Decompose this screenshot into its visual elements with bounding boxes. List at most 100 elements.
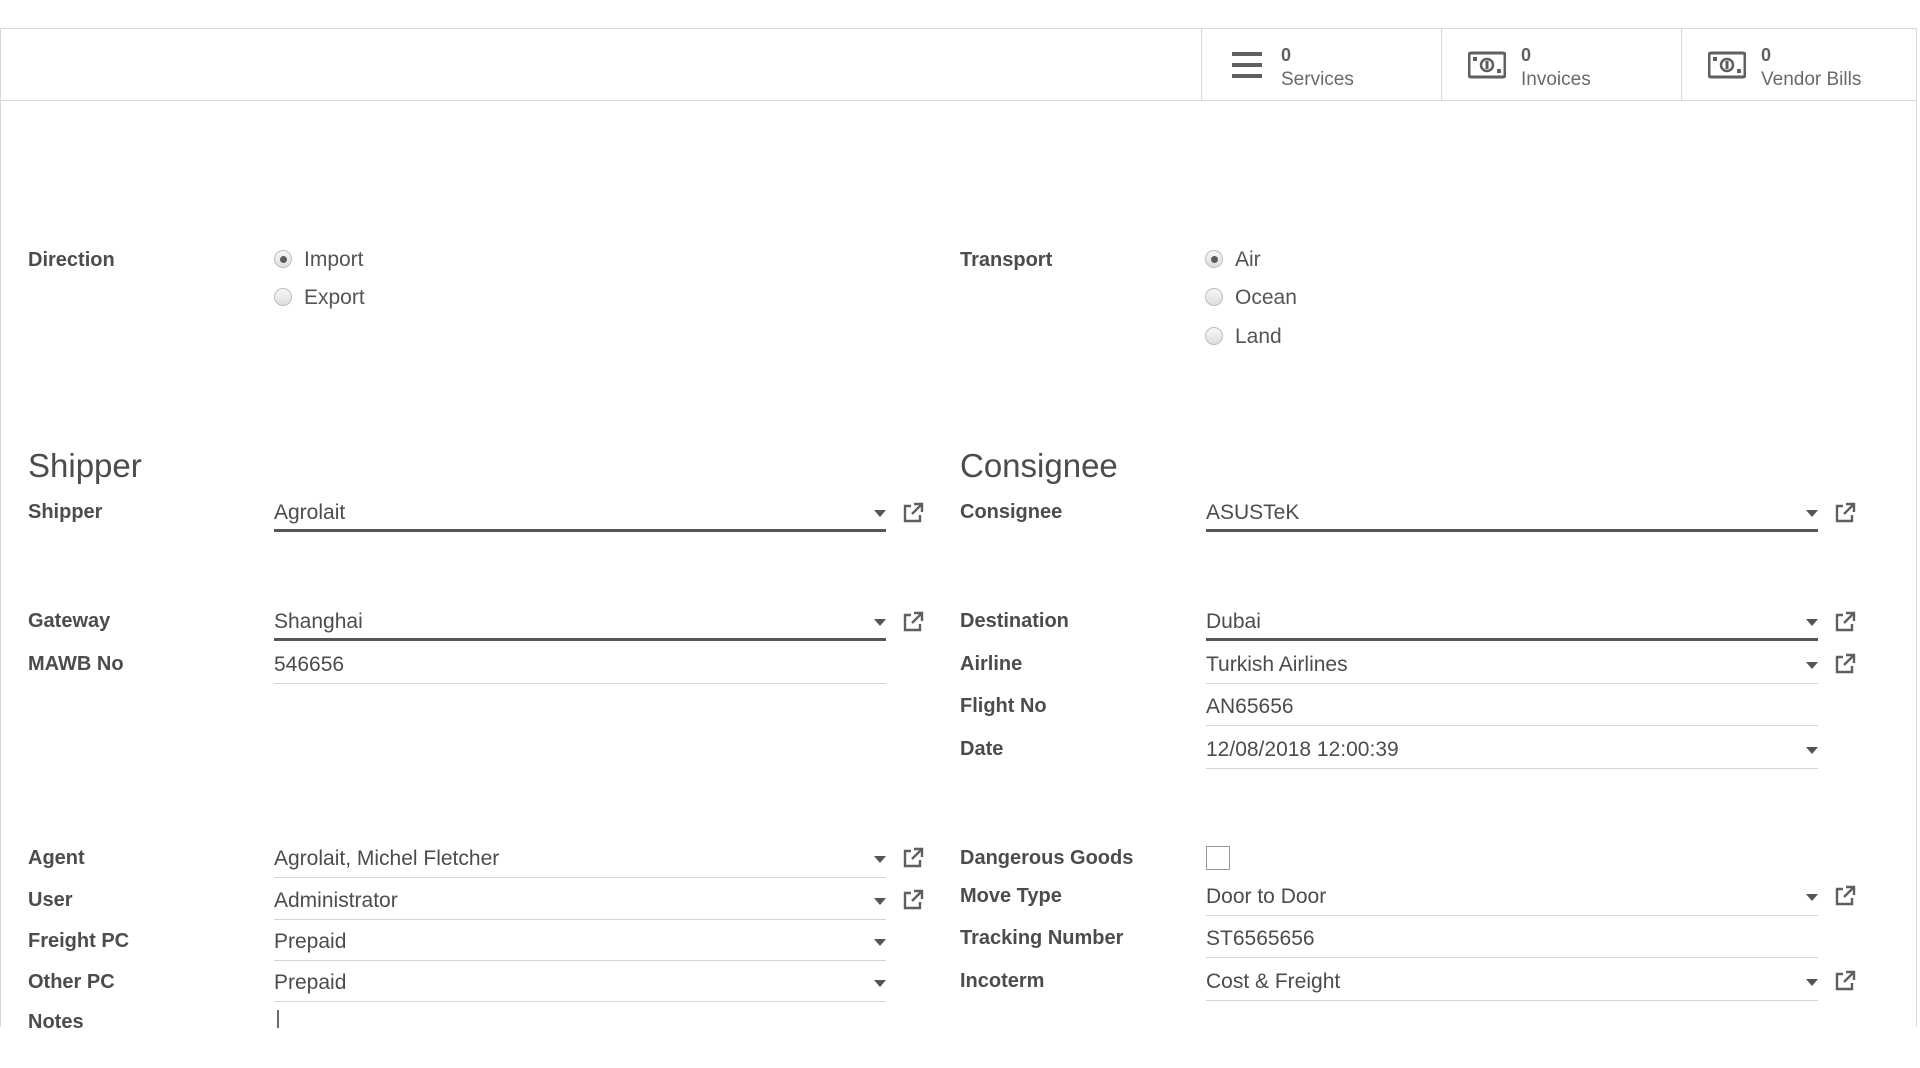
- mawb-field[interactable]: 546656: [274, 650, 886, 684]
- transport-ocean-radio[interactable]: Ocean: [1205, 285, 1325, 311]
- gateway-value: Shanghai: [274, 610, 363, 633]
- user-field[interactable]: Administrator: [274, 886, 886, 920]
- freight-pc-value: Prepaid: [274, 930, 347, 953]
- agent-field[interactable]: Agrolait, Michel Fletcher: [274, 844, 886, 878]
- shipper-value: Agrolait: [274, 501, 346, 524]
- notes-input-cursor[interactable]: [277, 1010, 279, 1028]
- invoices-count: 0: [1521, 45, 1532, 65]
- chevron-down-icon[interactable]: [1806, 747, 1818, 754]
- invoices-button[interactable]: 0 Invoices: [1441, 29, 1681, 100]
- external-link-icon[interactable]: [1834, 611, 1856, 633]
- external-link-icon[interactable]: [1834, 885, 1856, 907]
- freight-pc-field[interactable]: Prepaid: [274, 927, 886, 961]
- radio-selected-dot: [1211, 256, 1218, 263]
- consignee-label: Consignee: [960, 501, 1063, 523]
- radio-circle: [1205, 288, 1223, 306]
- other-pc-label: Other PC: [28, 971, 115, 993]
- transport-land-label: Land: [1235, 325, 1282, 348]
- direction-import-label: Import: [304, 248, 364, 271]
- vendor-bills-button[interactable]: 0 Vendor Bills: [1681, 29, 1916, 100]
- notes-label: Notes: [28, 1011, 84, 1033]
- services-button[interactable]: 0 Services: [1201, 29, 1441, 100]
- airline-value: Turkish Airlines: [1206, 653, 1348, 676]
- mawb-value: 546656: [274, 653, 345, 676]
- button-box: 0 Services 0 Invoices 0 Vendor Bills: [1, 29, 1916, 101]
- freight-pc-label: Freight PC: [28, 930, 130, 952]
- gateway-field[interactable]: Shanghai: [274, 607, 886, 641]
- chevron-down-icon[interactable]: [874, 898, 886, 905]
- move-type-value: Door to Door: [1206, 885, 1327, 908]
- mawb-label: MAWB No: [28, 653, 124, 675]
- direction-export-radio[interactable]: Export: [274, 285, 394, 311]
- radio-circle: [274, 288, 292, 306]
- agent-value: Agrolait, Michel Fletcher: [274, 847, 500, 870]
- user-label: User: [28, 889, 73, 911]
- consignee-value: ASUSTeK: [1206, 501, 1300, 524]
- consignee-section-title: Consignee: [960, 447, 1118, 484]
- radio-circle: [1205, 327, 1223, 345]
- agent-label: Agent: [28, 847, 85, 869]
- invoices-label: Invoices: [1521, 69, 1591, 90]
- shipper-section-title: Shipper: [28, 447, 142, 484]
- services-count: 0: [1281, 45, 1292, 65]
- date-label: Date: [960, 738, 1004, 760]
- external-link-icon[interactable]: [902, 847, 924, 869]
- direction-export-label: Export: [304, 286, 365, 309]
- direction-label: Direction: [28, 249, 115, 271]
- chevron-down-icon[interactable]: [1806, 979, 1818, 986]
- dangerous-goods-label: Dangerous Goods: [960, 847, 1134, 869]
- transport-air-label: Air: [1235, 248, 1261, 271]
- flight-no-value: AN65656: [1206, 695, 1294, 718]
- external-link-icon[interactable]: [1834, 502, 1856, 524]
- radio-circle: [274, 250, 292, 268]
- radio-circle: [1205, 250, 1223, 268]
- external-link-icon[interactable]: [1834, 970, 1856, 992]
- tracking-number-field[interactable]: ST6565656: [1206, 924, 1818, 958]
- flight-no-field[interactable]: AN65656: [1206, 692, 1818, 726]
- radio-selected-dot: [280, 256, 287, 263]
- airline-label: Airline: [960, 653, 1023, 675]
- chevron-down-icon[interactable]: [874, 856, 886, 863]
- flight-no-label: Flight No: [960, 695, 1047, 717]
- destination-field[interactable]: Dubai: [1206, 607, 1818, 641]
- money-icon: [1468, 51, 1506, 79]
- chevron-down-icon[interactable]: [874, 510, 886, 517]
- external-link-icon[interactable]: [902, 611, 924, 633]
- external-link-icon[interactable]: [902, 502, 924, 524]
- transport-land-radio[interactable]: Land: [1205, 324, 1325, 350]
- chevron-down-icon[interactable]: [1806, 894, 1818, 901]
- tracking-number-value: ST6565656: [1206, 927, 1315, 950]
- move-type-label: Move Type: [960, 885, 1062, 907]
- vendor-bills-count: 0: [1761, 45, 1772, 65]
- external-link-icon[interactable]: [1834, 653, 1856, 675]
- money-icon: [1708, 51, 1746, 79]
- chevron-down-icon[interactable]: [1806, 662, 1818, 669]
- chevron-down-icon[interactable]: [874, 980, 886, 987]
- chevron-down-icon[interactable]: [1806, 510, 1818, 517]
- dangerous-goods-checkbox[interactable]: [1206, 846, 1230, 870]
- other-pc-field[interactable]: Prepaid: [274, 968, 886, 1002]
- incoterm-field[interactable]: Cost & Freight: [1206, 967, 1818, 1001]
- list-icon: [1232, 52, 1262, 78]
- transport-label: Transport: [960, 249, 1053, 271]
- incoterm-label: Incoterm: [960, 970, 1045, 992]
- date-field[interactable]: 12/08/2018 12:00:39: [1206, 735, 1818, 769]
- airline-field[interactable]: Turkish Airlines: [1206, 650, 1818, 684]
- shipper-field[interactable]: Agrolait: [274, 498, 886, 532]
- tracking-number-label: Tracking Number: [960, 927, 1124, 949]
- move-type-field[interactable]: Door to Door: [1206, 882, 1818, 916]
- transport-ocean-label: Ocean: [1235, 286, 1297, 309]
- chevron-down-icon[interactable]: [874, 939, 886, 946]
- direction-import-radio[interactable]: Import: [274, 247, 394, 273]
- chevron-down-icon[interactable]: [874, 619, 886, 626]
- chevron-down-icon[interactable]: [1806, 619, 1818, 626]
- services-label: Services: [1281, 69, 1354, 90]
- vendor-bills-label: Vendor Bills: [1761, 69, 1862, 90]
- external-link-icon[interactable]: [902, 889, 924, 911]
- destination-label: Destination: [960, 610, 1069, 632]
- other-pc-value: Prepaid: [274, 971, 347, 994]
- shipper-label: Shipper: [28, 501, 103, 523]
- consignee-field[interactable]: ASUSTeK: [1206, 498, 1818, 532]
- gateway-label: Gateway: [28, 610, 111, 632]
- transport-air-radio[interactable]: Air: [1205, 247, 1325, 273]
